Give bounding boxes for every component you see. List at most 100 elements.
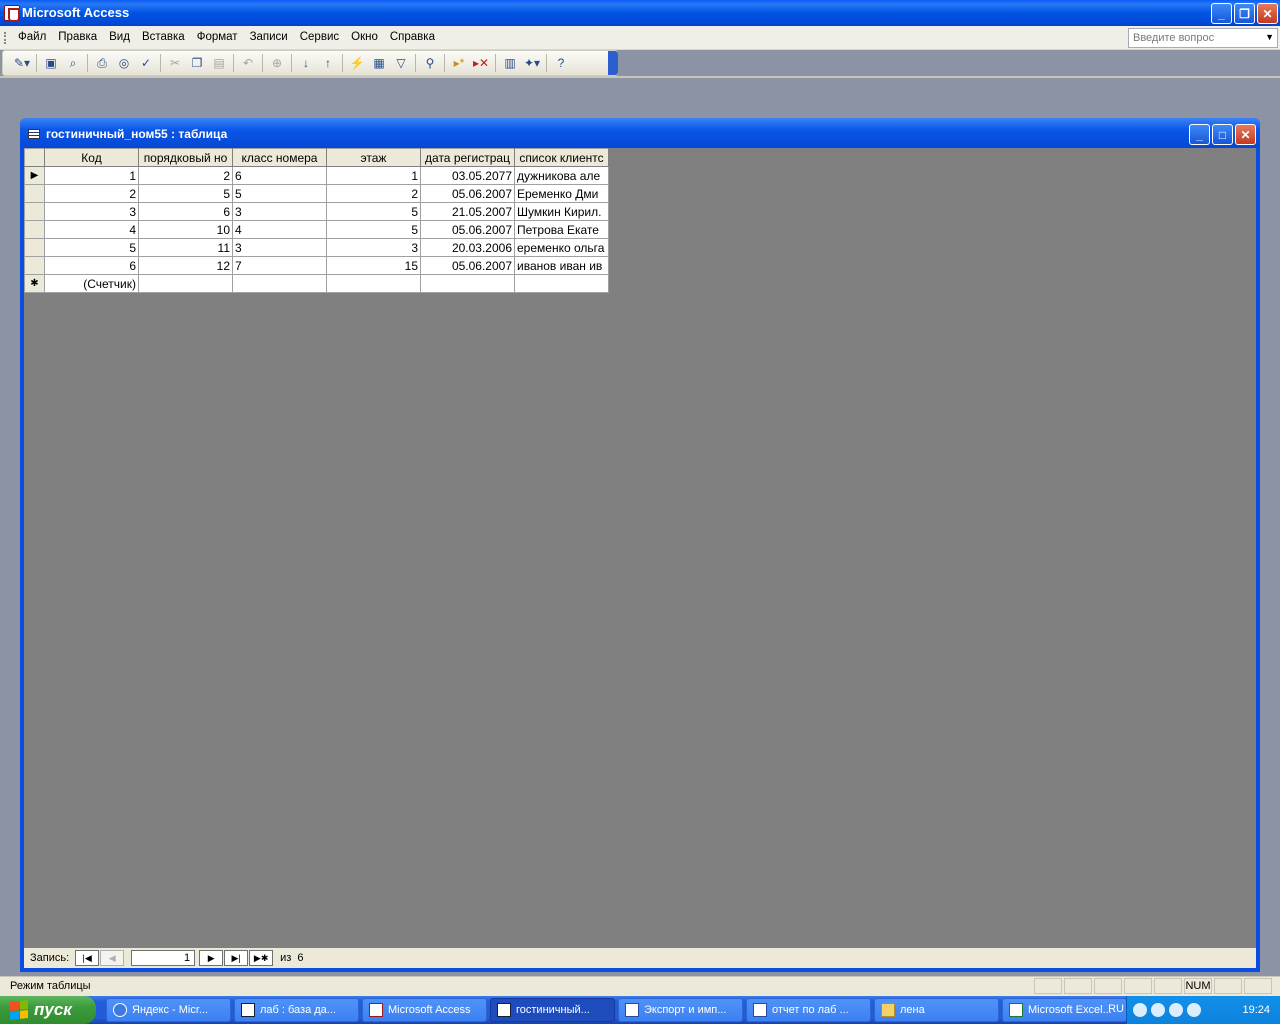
table-cell[interactable]: 5: [326, 220, 421, 239]
table-cell[interactable]: 12: [138, 256, 233, 275]
taskbar-button-table[interactable]: гостиничный...: [490, 998, 615, 1022]
filter-by-selection-icon[interactable]: ⚡: [346, 52, 368, 74]
current-record-indicator[interactable]: ▶: [24, 166, 45, 185]
table-cell[interactable]: 3: [44, 202, 139, 221]
volume-icon[interactable]: [1169, 1003, 1183, 1017]
new-record-icon[interactable]: ▸*: [448, 52, 470, 74]
column-header[interactable]: этаж: [326, 148, 421, 167]
row-selector[interactable]: [24, 256, 45, 275]
table-cell[interactable]: Шумкин Кирил.: [514, 202, 609, 221]
last-record-button[interactable]: ▶|: [224, 950, 249, 966]
print-preview-icon[interactable]: ◎: [113, 52, 135, 74]
minimize-button[interactable]: _: [1211, 3, 1232, 24]
menu-window[interactable]: Окно: [345, 31, 384, 43]
table-cell[interactable]: 3: [232, 238, 327, 257]
table-cell[interactable]: 5: [232, 184, 327, 203]
hyperlink-icon[interactable]: ⊕: [266, 52, 288, 74]
previous-record-button[interactable]: ◀: [100, 950, 125, 966]
table-cell[interactable]: 03.05.2077: [420, 166, 515, 185]
toolbar-options-button[interactable]: [608, 51, 618, 75]
delete-record-icon[interactable]: ▸✕: [470, 52, 492, 74]
table-window-title-bar[interactable]: гостиничный_ном55 : таблица _ □ ✕: [20, 118, 1260, 148]
row-selector[interactable]: [24, 202, 45, 221]
taskbar-button-access[interactable]: Microsoft Access: [362, 998, 487, 1022]
print-icon[interactable]: ⎙: [91, 52, 113, 74]
menu-insert[interactable]: Вставка: [136, 31, 191, 43]
table-close-button[interactable]: ✕: [1235, 124, 1256, 145]
table-cell[interactable]: 5: [138, 184, 233, 203]
table-cell[interactable]: 05.06.2007: [420, 184, 515, 203]
table-cell[interactable]: 2: [138, 166, 233, 185]
table-cell[interactable]: 20.03.2006: [420, 238, 515, 257]
table-cell[interactable]: 6: [44, 256, 139, 275]
media-player-icon[interactable]: [1187, 1003, 1201, 1017]
access-app-icon[interactable]: [4, 5, 20, 22]
save-icon[interactable]: ▣: [40, 52, 62, 74]
menu-file[interactable]: Файл: [12, 31, 52, 43]
menu-edit[interactable]: Правка: [52, 31, 103, 43]
taskbar-button-export[interactable]: Экспорт и имп...: [618, 998, 743, 1022]
new-record-nav-button[interactable]: ▶✱: [249, 950, 274, 966]
column-header[interactable]: Код: [44, 148, 139, 167]
table-minimize-button[interactable]: _: [1189, 124, 1210, 145]
cut-icon[interactable]: ✂: [164, 52, 186, 74]
column-header[interactable]: дата регистрац: [420, 148, 515, 167]
find-icon[interactable]: ⚲: [419, 52, 441, 74]
app-title-bar[interactable]: Microsoft Access _ ❐ ✕: [0, 0, 1280, 26]
table-cell[interactable]: 1: [326, 166, 421, 185]
table-cell[interactable]: 4: [232, 220, 327, 239]
table-cell[interactable]: 4: [44, 220, 139, 239]
table-cell[interactable]: [232, 274, 327, 293]
record-number-input[interactable]: 1: [131, 950, 196, 966]
table-cell[interactable]: 1: [44, 166, 139, 185]
taskbar-button-lab-database[interactable]: лаб : база да...: [234, 998, 359, 1022]
table-cell[interactable]: 2: [326, 184, 421, 203]
column-header[interactable]: класс номера: [232, 148, 327, 167]
table-cell[interactable]: 3: [326, 238, 421, 257]
help-icon[interactable]: ?: [550, 52, 572, 74]
menu-help[interactable]: Справка: [384, 31, 441, 43]
column-header[interactable]: список клиентс: [514, 148, 609, 167]
apply-filter-icon[interactable]: ▽: [390, 52, 412, 74]
sort-desc-icon[interactable]: ↑: [317, 52, 339, 74]
column-header[interactable]: порядковый но: [138, 148, 233, 167]
close-button[interactable]: ✕: [1257, 3, 1278, 24]
row-selector[interactable]: [24, 184, 45, 203]
table-cell[interactable]: [514, 274, 609, 293]
spelling-icon[interactable]: ✓: [135, 52, 157, 74]
sort-asc-icon[interactable]: ↓: [295, 52, 317, 74]
menu-format[interactable]: Формат: [191, 31, 244, 43]
paste-icon[interactable]: ▤: [208, 52, 230, 74]
table-cell[interactable]: еременко ольга: [514, 238, 609, 257]
table-cell[interactable]: 5: [326, 202, 421, 221]
autonumber-placeholder[interactable]: (Счетчик): [44, 274, 139, 293]
new-record-icon[interactable]: ✱: [24, 274, 45, 293]
taskbar-button-folder[interactable]: лена: [874, 998, 999, 1022]
select-all-corner[interactable]: [24, 148, 45, 167]
restore-button[interactable]: ❐: [1234, 3, 1255, 24]
table-cell[interactable]: 6: [138, 202, 233, 221]
language-indicator[interactable]: RU: [1108, 1003, 1124, 1015]
table-cell[interactable]: 2: [44, 184, 139, 203]
show-hidden-icons-icon[interactable]: [1133, 1003, 1147, 1017]
table-cell[interactable]: Еременко Дми: [514, 184, 609, 203]
table-cell[interactable]: 15: [326, 256, 421, 275]
table-maximize-button[interactable]: □: [1212, 124, 1233, 145]
menu-records[interactable]: Записи: [244, 31, 294, 43]
start-button[interactable]: пуск: [0, 996, 96, 1024]
new-object-icon[interactable]: ✦▾: [521, 52, 543, 74]
chevron-down-icon[interactable]: ▼: [1265, 32, 1274, 42]
table-cell[interactable]: 7: [232, 256, 327, 275]
table-cell[interactable]: 11: [138, 238, 233, 257]
copy-icon[interactable]: ❐: [186, 52, 208, 74]
taskbar-button-report[interactable]: отчет по лаб ...: [746, 998, 871, 1022]
table-cell[interactable]: 6: [232, 166, 327, 185]
menu-tools[interactable]: Сервис: [294, 31, 345, 43]
database-window-icon[interactable]: ▥: [499, 52, 521, 74]
table-cell[interactable]: 5: [44, 238, 139, 257]
menu-view[interactable]: Вид: [103, 31, 136, 43]
row-selector[interactable]: [24, 220, 45, 239]
menu-grip[interactable]: [4, 32, 7, 44]
table-cell[interactable]: 05.06.2007: [420, 220, 515, 239]
table-cell[interactable]: 3: [232, 202, 327, 221]
